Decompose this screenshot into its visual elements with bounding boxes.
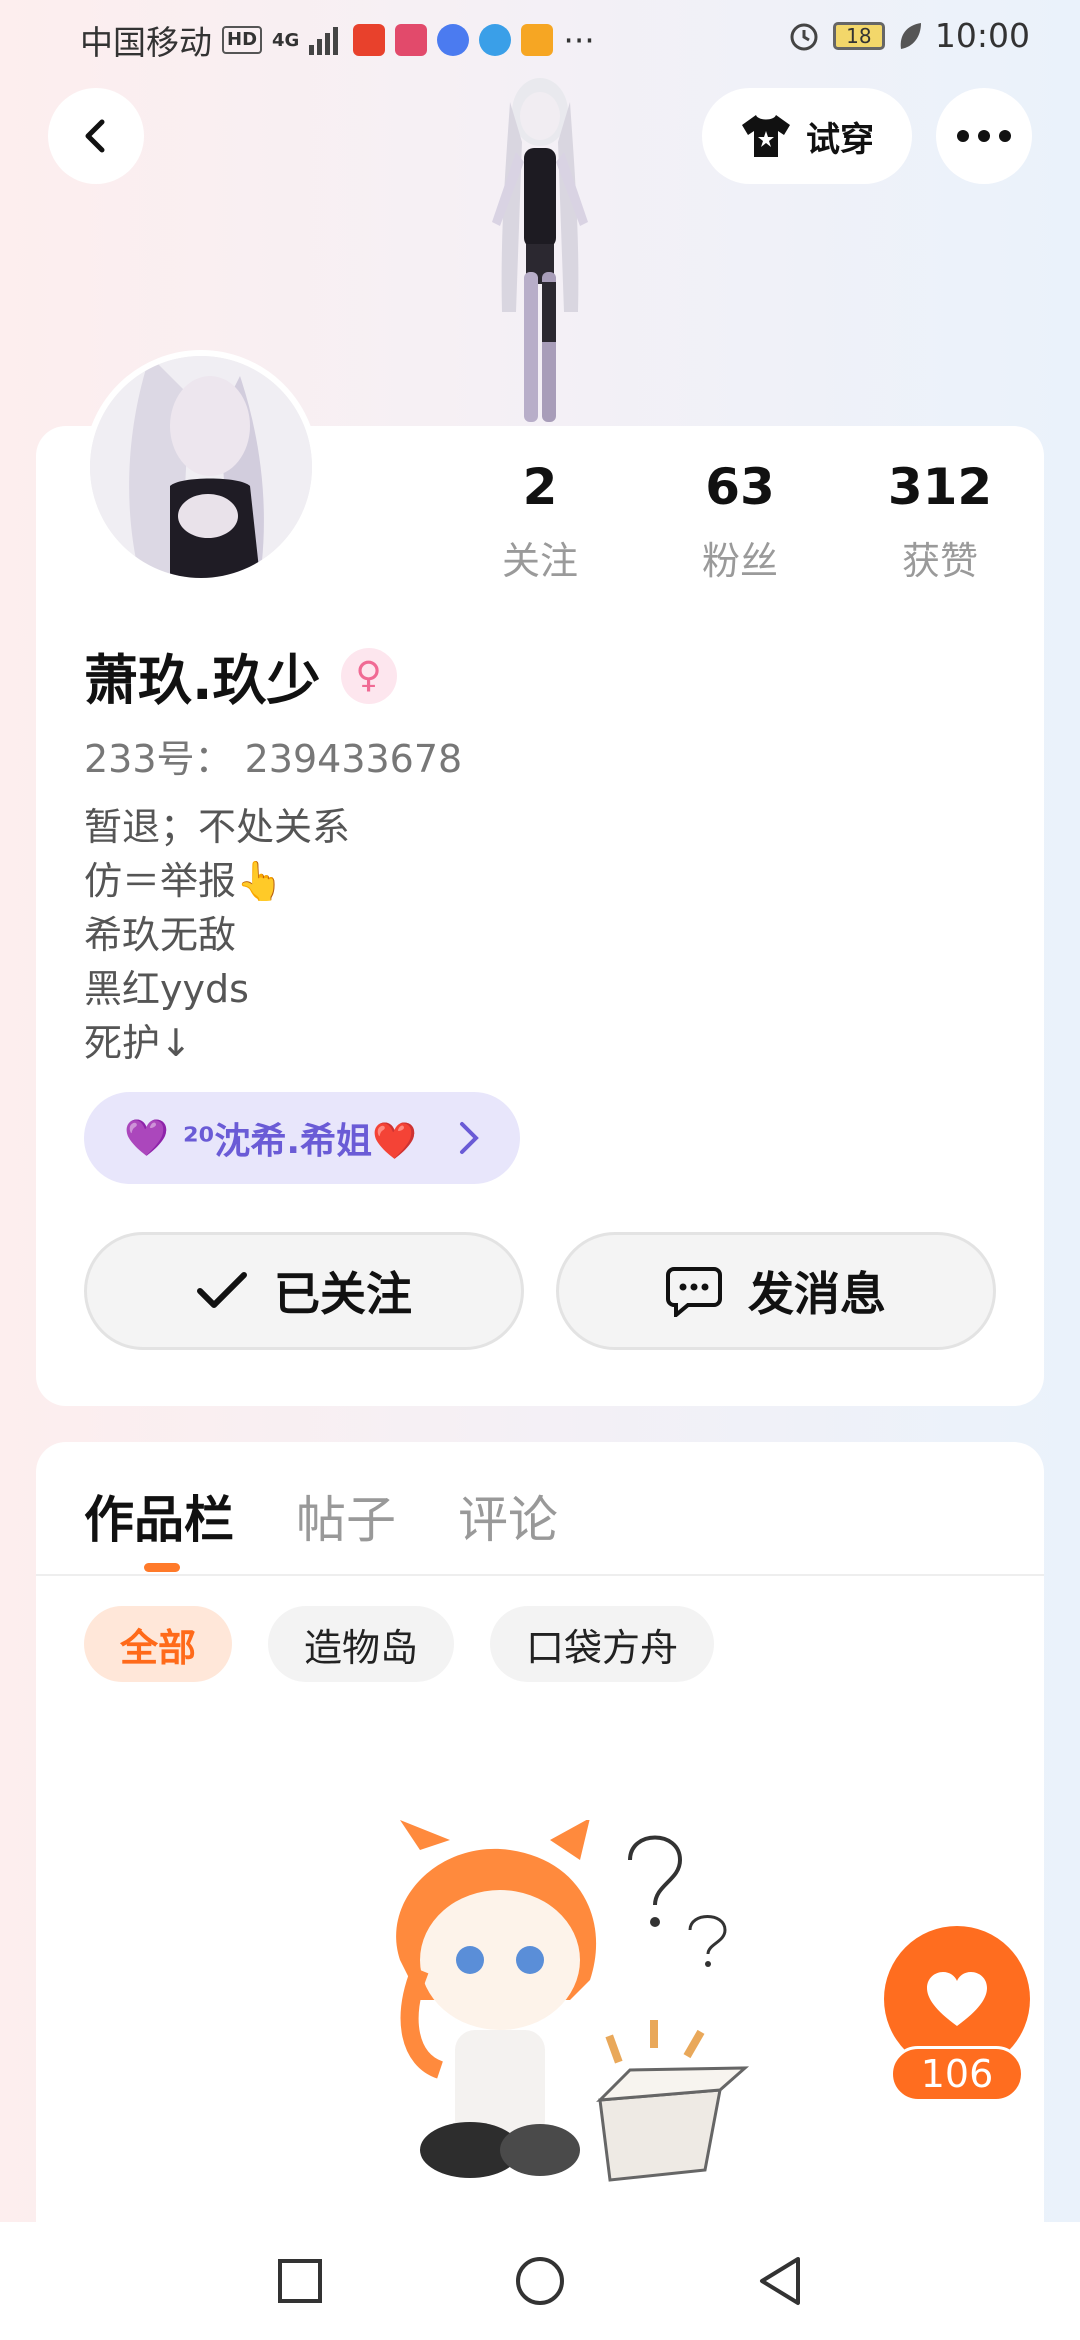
stat-likes[interactable]: 312 获赞: [840, 458, 1040, 585]
filter-pocket-ark[interactable]: 口袋方舟: [490, 1606, 715, 1682]
carrier-label: 中国移动: [80, 23, 212, 62]
home-icon[interactable]: [514, 2255, 566, 2307]
heart-icon: [927, 1972, 987, 2026]
bio-line: 暂退；不处关系: [84, 805, 351, 849]
tab-posts[interactable]: 帖子: [296, 1480, 396, 1552]
stat-fans-label: 粉丝: [701, 539, 778, 583]
female-gender-icon: ♀: [340, 647, 397, 704]
check-icon: [197, 1272, 247, 1308]
filter-creation-island[interactable]: 造物岛: [268, 1606, 455, 1682]
stat-fans-count: 63: [705, 458, 775, 516]
more-options-button[interactable]: [936, 88, 1032, 184]
system-nav-bar: [0, 2222, 1080, 2340]
leaf-icon: [900, 22, 921, 49]
chat-bubble-icon: [666, 1267, 722, 1317]
bio-line: 希玖无敌: [84, 913, 237, 957]
try-on-button[interactable]: 试穿: [702, 88, 912, 184]
status-right: 18 10:00: [787, 16, 1030, 55]
bio: 暂退；不处关系 仿＝举报👆 希玖无敌 黑红yyds 死护↓: [84, 800, 350, 1070]
followed-button[interactable]: 已关注: [84, 1232, 524, 1350]
avatar[interactable]: [84, 350, 318, 584]
stat-following-count: 2: [522, 458, 558, 516]
filter-row: 全部 造物岛 口袋方舟: [84, 1606, 715, 1682]
tshirt-icon: [742, 115, 790, 157]
username-row: 萧玖.玖少 ♀: [84, 636, 397, 715]
username: 萧玖.玖少: [84, 649, 321, 712]
user-id: 233号： 239433678: [84, 737, 463, 781]
bio-line: 黑红yyds: [84, 967, 249, 1011]
more-dots-icon: [957, 130, 1011, 142]
purple-heart-icon: 💜: [124, 1118, 169, 1159]
tab-works[interactable]: 作品栏: [84, 1480, 234, 1552]
stat-fans[interactable]: 63 粉丝: [640, 458, 840, 585]
hd-badge: HD: [222, 26, 263, 54]
back-button[interactable]: [48, 88, 144, 184]
tab-comments[interactable]: 评论: [458, 1480, 558, 1552]
send-message-label: 发消息: [748, 1267, 886, 1321]
bio-line: 仿＝举报👆: [84, 859, 284, 903]
clock-label: 10:00: [934, 16, 1030, 55]
followed-label: 已关注: [274, 1267, 412, 1321]
back-nav-icon[interactable]: [756, 2255, 804, 2307]
tab-indicator: [144, 1563, 180, 1572]
tab-divider: [36, 1574, 1044, 1576]
network-label: 4G: [272, 29, 300, 51]
more-notifications-icon: ···: [563, 20, 595, 60]
filter-all[interactable]: 全部: [84, 1606, 233, 1682]
music-app-icon: [437, 24, 470, 56]
battery-icon: 18: [832, 21, 885, 50]
signal-icon: [309, 27, 339, 55]
taobao-app-icon: [353, 24, 386, 56]
chevron-left-icon: [85, 119, 105, 153]
character-model-image: [492, 78, 588, 422]
alarm-icon: [790, 23, 818, 50]
stat-following[interactable]: 2 关注: [440, 458, 640, 585]
club-label: ²⁰沈希.希姐❤️: [182, 1121, 417, 1162]
recent-apps-icon[interactable]: [276, 2257, 324, 2305]
stat-likes-count: 312: [887, 458, 993, 516]
club-chip[interactable]: 💜 ²⁰沈希.希姐❤️: [84, 1092, 520, 1184]
telegram-app-icon: [479, 24, 512, 56]
avatar-image: [90, 356, 312, 578]
send-message-button[interactable]: 发消息: [556, 1232, 996, 1350]
chevron-right-icon: [460, 1122, 479, 1154]
like-count: 106: [890, 2046, 1024, 2102]
stat-following-label: 关注: [501, 539, 578, 583]
stat-likes-label: 获赞: [901, 539, 978, 583]
bio-line: 死护↓: [84, 1021, 192, 1065]
empty-state-illustration: [396, 1820, 750, 2182]
content-tabs: 作品栏 帖子 评论: [84, 1480, 558, 1552]
weibo-app-icon: [521, 24, 554, 56]
profile-stats: 2 关注 63 粉丝 312 获赞: [440, 458, 1040, 585]
try-on-label: 试穿: [806, 119, 874, 160]
status-bar: 中国移动 HD 4G ··· 18 10:00: [0, 0, 1080, 72]
heart-app-icon: [395, 24, 428, 56]
status-left: 中国移动 HD 4G ···: [80, 16, 595, 64]
